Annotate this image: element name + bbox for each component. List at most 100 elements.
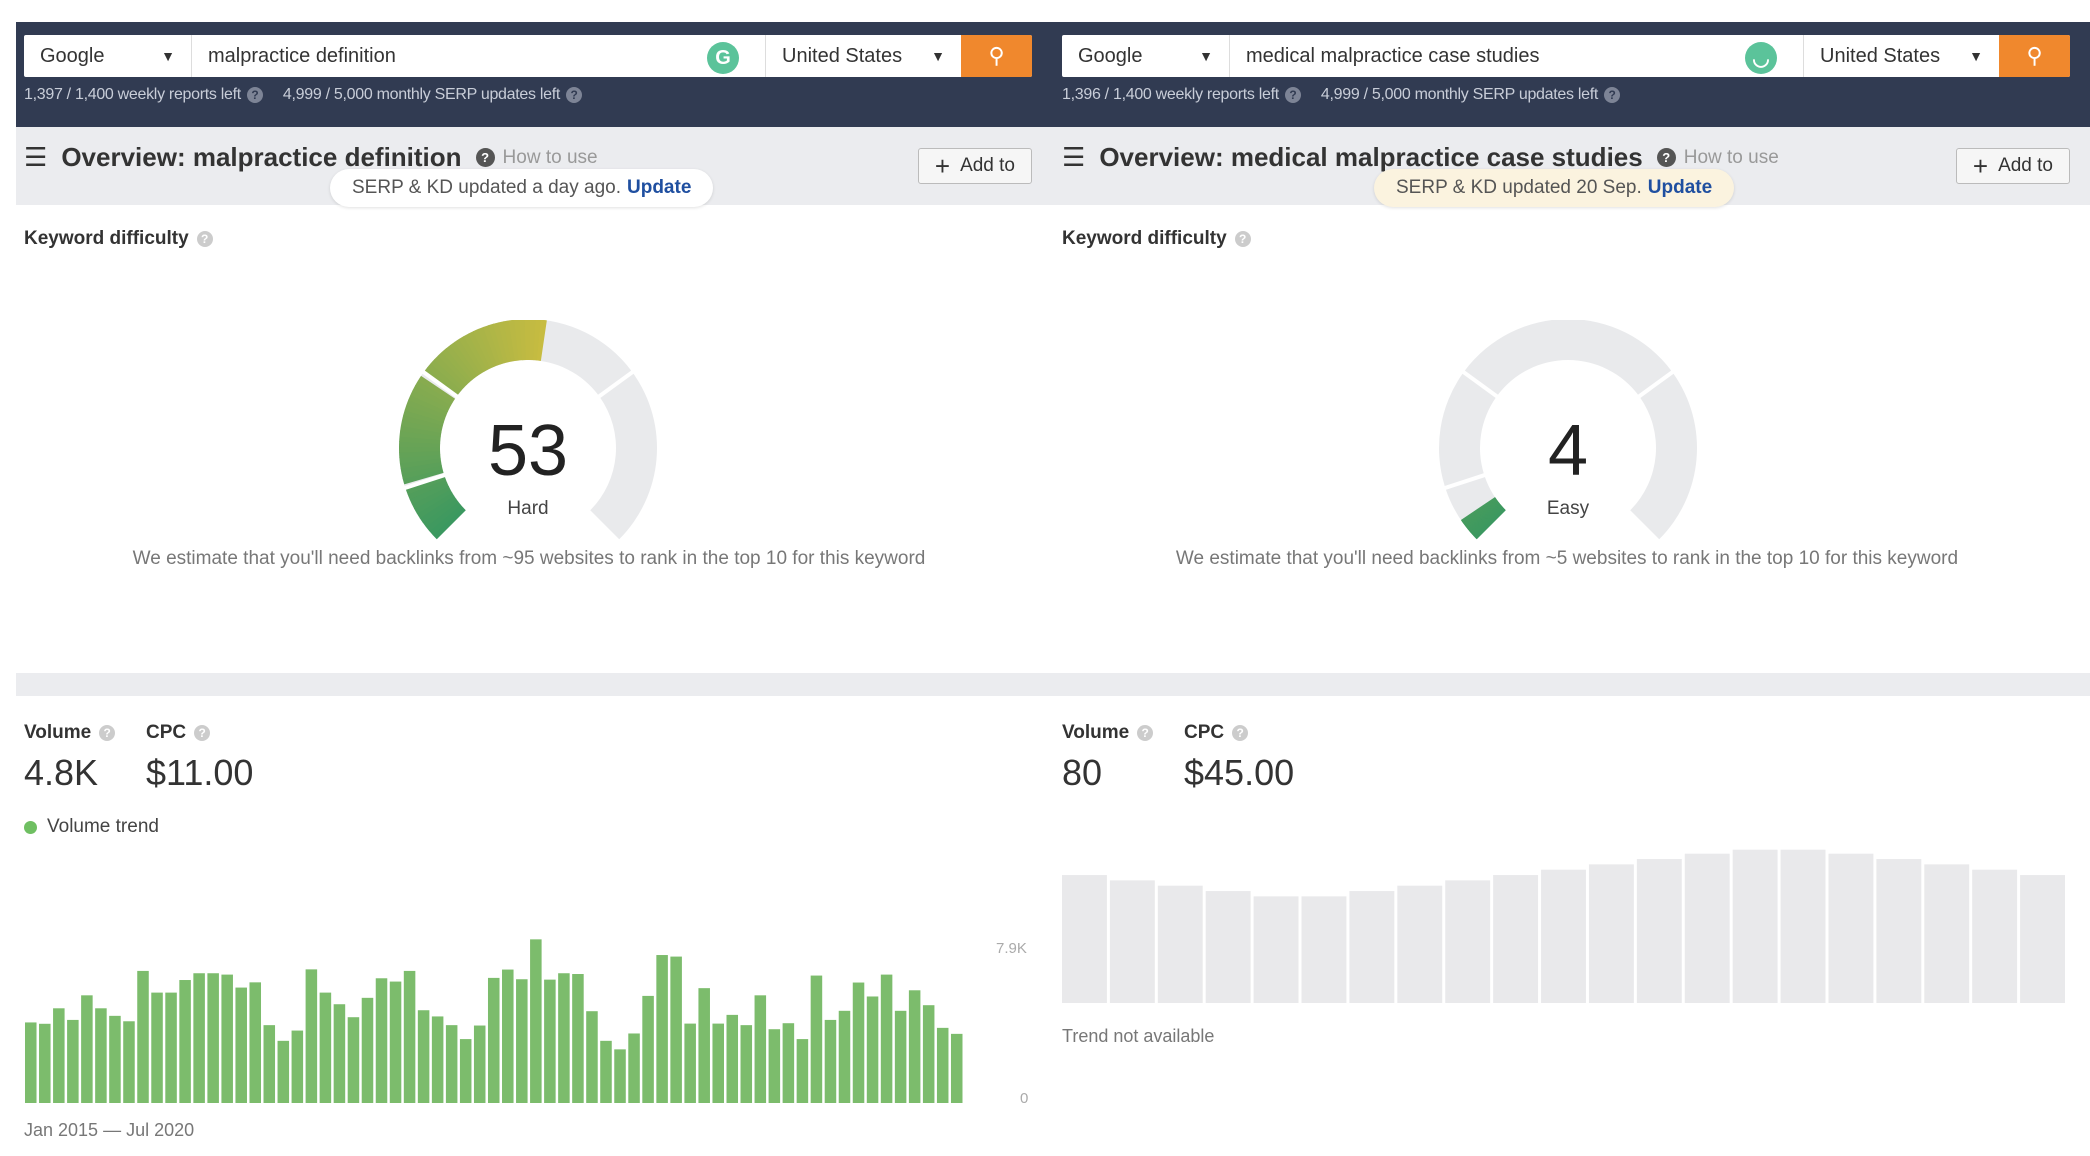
volume-bar (922, 1005, 935, 1103)
placeholder-bar (1876, 859, 1922, 1003)
keyword-input[interactable]: medical malpractice case studies ◡ (1230, 35, 1803, 77)
help-icon[interactable]: ? (194, 725, 211, 741)
how-to-use-label: How to use (1683, 146, 1779, 168)
cpc-label: CPC? (146, 722, 211, 744)
cpc-label: CPC? (1184, 722, 1249, 744)
volume-bar (319, 992, 332, 1103)
volume-bar (544, 979, 556, 1103)
menu-icon[interactable]: ☰ (24, 142, 47, 173)
help-icon[interactable]: ? (1232, 725, 1249, 741)
help-icon[interactable]: ? (1284, 87, 1301, 103)
volume-bar (768, 1029, 781, 1103)
volume-bar (782, 1023, 795, 1103)
volume-bar (880, 974, 893, 1103)
placeholder-bar (1301, 896, 1347, 1003)
volume-bar (333, 1004, 346, 1103)
help-icon[interactable]: ? (99, 725, 116, 741)
gauge-segment (1464, 319, 1672, 396)
volume-label-text: Volume (24, 722, 92, 743)
volume-bar (530, 939, 542, 1103)
help-icon[interactable]: ? (566, 87, 582, 103)
country-select[interactable]: United States ▼ (1803, 35, 1999, 77)
help-icon[interactable]: ? (1137, 725, 1154, 741)
y-tick-zero: 0 (1020, 1090, 1029, 1107)
placeholder-bar (1109, 880, 1155, 1003)
update-toast: SERP & KD updated 20 Sep. Update (1374, 169, 1735, 207)
add-to-button[interactable]: + Add to (1955, 148, 2070, 184)
volume-bar (936, 1027, 949, 1103)
trend-unavailable-label: Trend not available (1062, 1026, 1215, 1046)
country-select[interactable]: United States ▼ (765, 35, 961, 77)
update-link[interactable]: Update (627, 177, 691, 199)
volume-bar (698, 988, 710, 1103)
volume-bar (684, 1023, 696, 1103)
help-icon: ? (1656, 148, 1676, 167)
volume-bar (670, 956, 682, 1103)
weekly-text: 1,397 / 1,400 weekly reports left (24, 86, 241, 103)
monthly-updates-stat: 4,999 / 5,000 monthly SERP updates left? (1321, 86, 1620, 104)
volume-bar (866, 996, 879, 1103)
date-range-label: Jan 2015 — Jul 2020 (24, 1120, 195, 1140)
chart-legend: Volume trend (24, 816, 159, 838)
volume-bar (53, 1008, 65, 1103)
volume-bar (628, 1033, 640, 1103)
cpc-value: $11.00 (146, 752, 254, 793)
cpc-value: $45.00 (1184, 752, 1295, 793)
placeholder-bar (1684, 853, 1730, 1003)
help-icon[interactable]: ? (246, 87, 263, 103)
volume-bar (81, 995, 93, 1103)
country-value: United States (1820, 44, 1941, 67)
search-engine-select[interactable]: Google ▼ (1062, 35, 1230, 77)
volume-bar (950, 1033, 963, 1103)
volume-bar (796, 1039, 809, 1103)
volume-bar (614, 1049, 626, 1103)
search-bar: Google ▼ malpractice definition G United S… (24, 35, 1032, 77)
help-icon[interactable]: ? (196, 231, 213, 247)
search-button[interactable]: ⚲ (961, 35, 1032, 77)
search-icon: ⚲ (2026, 43, 2043, 68)
placeholder-bar (1732, 849, 1778, 1003)
help-icon[interactable]: ? (1604, 87, 1620, 103)
volume-bar (894, 1010, 907, 1103)
add-to-button[interactable]: + Add to (917, 148, 1032, 184)
placeholder-bar (1062, 875, 1107, 1003)
search-bar: Google ▼ medical malpractice case studies… (1062, 35, 2070, 77)
help-icon[interactable]: ? (1234, 231, 1251, 247)
volume-bar (558, 973, 570, 1103)
add-to-label: Add to (1998, 155, 2053, 176)
y-tick-max: 7.9K (996, 940, 1027, 957)
how-to-use-link[interactable]: ? How to use (475, 147, 598, 169)
grammarly-icon[interactable]: G (707, 42, 739, 74)
keyword-input[interactable]: malpractice definition G (192, 35, 765, 77)
volume-bar (179, 980, 191, 1103)
grammarly-icon[interactable]: ◡ (1745, 42, 1777, 74)
volume-bar (572, 974, 584, 1103)
placeholder-bar (1349, 891, 1395, 1003)
volume-bar (95, 1008, 107, 1103)
volume-bar (502, 969, 514, 1103)
legend-label: Volume trend (47, 816, 159, 837)
kd-label-text: Keyword difficulty (24, 228, 189, 249)
placeholder-bar (1972, 869, 2018, 1003)
search-button[interactable]: ⚲ (1999, 35, 2070, 77)
menu-icon[interactable]: ☰ (1062, 142, 1085, 173)
update-link[interactable]: Update (1648, 177, 1712, 199)
volume-bar (361, 997, 374, 1103)
volume-bar (263, 1025, 276, 1103)
keyword-pane-1: Google ▼ malpractice definition G United S… (8, 0, 1048, 1156)
engine-value: Google (40, 44, 105, 67)
monthly-text: 4,999 / 5,000 monthly SERP updates left (282, 86, 560, 103)
volume-bar (726, 1014, 739, 1103)
placeholder-bar (1397, 885, 1443, 1003)
kd-label-text: Keyword difficulty (1062, 228, 1227, 249)
volume-bar (389, 981, 402, 1103)
kd-score: 53 (487, 411, 569, 491)
volume-bar (852, 982, 865, 1103)
volume-bar (347, 1017, 360, 1103)
volume-bar (207, 973, 219, 1103)
how-to-use-link[interactable]: ? How to use (1656, 146, 1779, 169)
placeholder-bar (1157, 885, 1203, 1003)
placeholder-bar (1493, 875, 1539, 1003)
search-engine-select[interactable]: Google ▼ (24, 35, 192, 77)
volume-bar (151, 992, 163, 1103)
